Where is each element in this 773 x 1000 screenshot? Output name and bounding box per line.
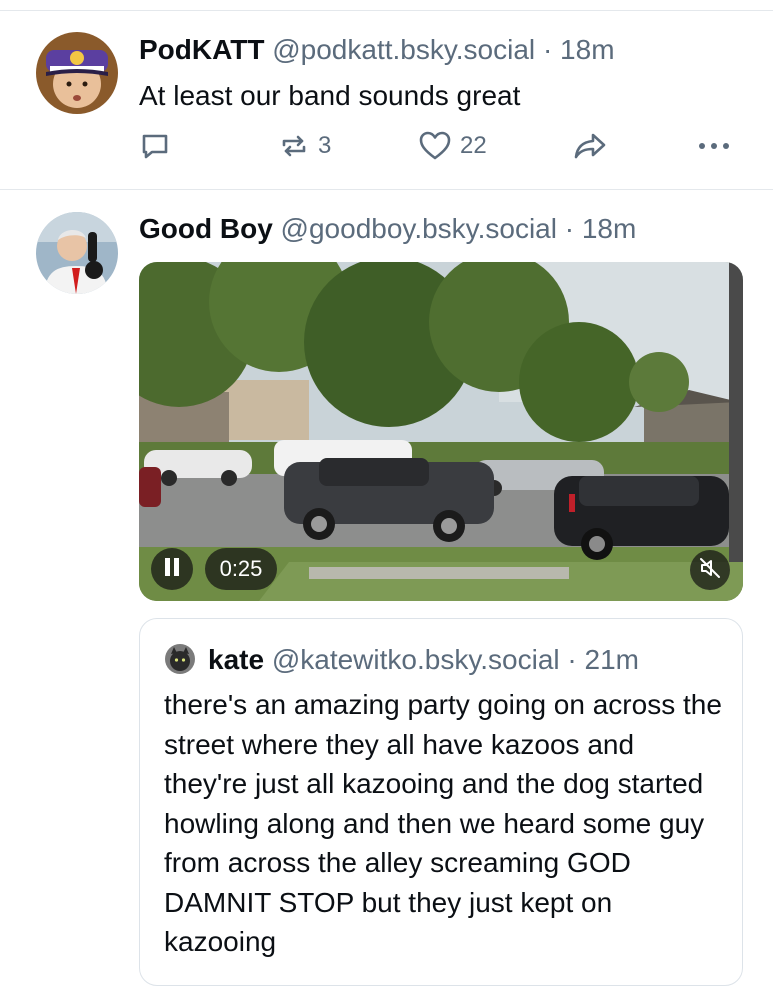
pause-button[interactable] xyxy=(151,548,193,590)
more-icon xyxy=(697,130,731,162)
mute-icon xyxy=(698,556,722,585)
post-header: PodKATT @podkatt.bsky.social · 18m xyxy=(139,33,615,67)
like-button[interactable]: 22 xyxy=(418,128,487,164)
repost-icon xyxy=(278,130,310,162)
avatar[interactable] xyxy=(36,32,118,114)
author-handle[interactable]: @goodboy.bsky.social xyxy=(281,213,557,244)
avatar[interactable] xyxy=(36,212,118,294)
share-icon xyxy=(573,130,607,162)
post-time[interactable]: 18m xyxy=(582,213,636,244)
quote-time[interactable]: 21m xyxy=(585,644,639,675)
author-name[interactable]: PodKATT xyxy=(139,34,264,65)
mute-button[interactable] xyxy=(690,550,730,590)
quote-author-name[interactable]: kate xyxy=(208,644,264,675)
post-actions: 3 22 xyxy=(139,128,739,164)
more-button[interactable] xyxy=(697,128,731,164)
heart-icon xyxy=(418,130,452,162)
pause-icon xyxy=(163,557,181,582)
reply-button[interactable] xyxy=(139,128,179,164)
share-button[interactable] xyxy=(573,128,607,164)
post-header: Good Boy @goodboy.bsky.social · 18m xyxy=(139,212,636,246)
quote-header: kate @katewitko.bsky.social · 21m xyxy=(208,643,639,677)
separator: · xyxy=(564,213,575,244)
post-text: At least our band sounds great xyxy=(139,80,521,111)
quote-text: there's an amazing party going on across… xyxy=(164,689,722,957)
quote-author-handle[interactable]: @katewitko.bsky.social xyxy=(272,644,560,675)
repost-button[interactable]: 3 xyxy=(278,128,331,164)
separator: · xyxy=(567,644,577,675)
repost-count: 3 xyxy=(318,132,332,159)
separator: · xyxy=(542,34,553,65)
author-name[interactable]: Good Boy xyxy=(139,213,273,244)
video-time: 0:25 xyxy=(205,548,277,590)
quote-post[interactable]: kate @katewitko.bsky.social · 21m there'… xyxy=(139,618,743,986)
like-count: 22 xyxy=(460,132,487,159)
quote-avatar[interactable] xyxy=(165,644,195,674)
post-time[interactable]: 18m xyxy=(560,34,614,65)
post-podkatt[interactable]: PodKATT @podkatt.bsky.social · 18m At le… xyxy=(0,0,773,190)
author-handle[interactable]: @podkatt.bsky.social xyxy=(272,34,535,65)
reply-icon xyxy=(139,130,171,162)
